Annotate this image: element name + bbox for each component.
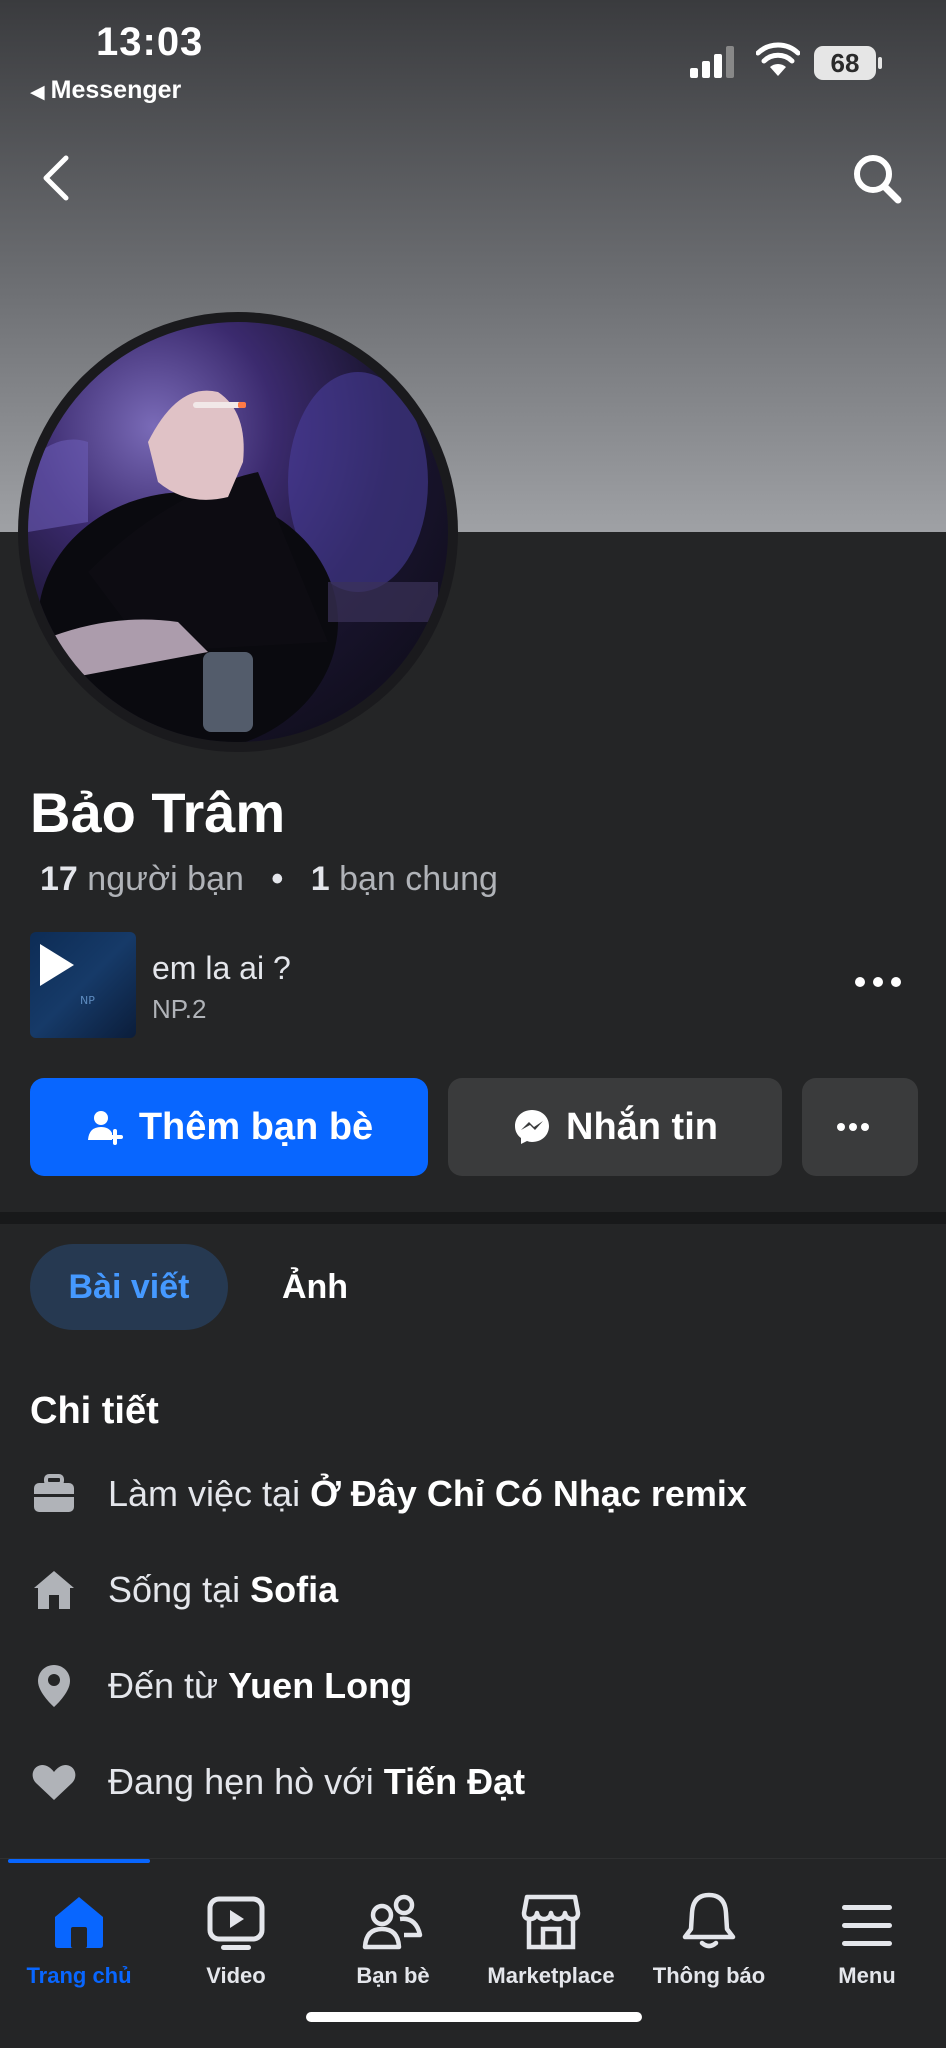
back-chevron-icon[interactable]: [36, 150, 76, 206]
friends-icon: [314, 1887, 472, 1951]
add-friend-button[interactable]: Thêm bạn bè: [30, 1078, 428, 1176]
search-icon[interactable]: [850, 150, 904, 206]
nav-notifications-label: Thông báo: [652, 1963, 766, 1988]
nav-notifications[interactable]: Thông báo: [630, 1887, 788, 1988]
svg-text:NP: NP: [80, 994, 95, 1007]
add-friend-icon: [87, 1111, 123, 1145]
back-to-app-link[interactable]: ◀ Messenger: [30, 76, 181, 105]
avatar-photo: [28, 322, 448, 742]
mutual-count: 1: [310, 860, 330, 898]
more-options-icon[interactable]: [850, 962, 906, 1002]
detail-lives[interactable]: Sống tại Sofia: [30, 1560, 930, 1620]
friends-count: 17: [40, 860, 78, 898]
ellipsis-icon: [837, 1123, 869, 1131]
back-triangle-icon: ◀: [30, 82, 45, 103]
nav-marketplace-label: Marketplace: [487, 1963, 615, 1988]
video-icon: [157, 1887, 315, 1951]
music-title: em la ai ?: [152, 950, 291, 986]
nav-home[interactable]: Trang chủ: [0, 1887, 158, 1988]
nav-menu-label: Menu: [838, 1963, 896, 1988]
cellular-signal-icon: [690, 46, 734, 78]
profile-music[interactable]: NP em la ai ? NP.2: [30, 932, 916, 1040]
friends-label: người bạn: [87, 860, 244, 898]
detail-lives-prefix: Sống tại: [108, 1569, 241, 1610]
detail-work-prefix: Làm việc tại: [108, 1473, 301, 1514]
home-indicator[interactable]: [306, 2012, 642, 2022]
clock: 13:03: [96, 20, 204, 64]
location-pin-icon: [30, 1662, 78, 1710]
friends-summary[interactable]: 17 người bạn • 1 bạn chung: [40, 860, 498, 899]
detail-from-prefix: Đến từ: [108, 1665, 219, 1706]
back-app-label: Messenger: [50, 76, 182, 104]
separator-dot: •: [271, 860, 284, 898]
active-tab-indicator: [8, 1859, 150, 1863]
play-icon: [40, 944, 74, 986]
detail-work-value[interactable]: Ở Đây Chỉ Có Nhạc remix: [310, 1473, 747, 1515]
music-artist: NP.2: [152, 994, 207, 1024]
nav-friends-label: Bạn bè: [356, 1963, 430, 1988]
details-heading: Chi tiết: [30, 1390, 159, 1432]
nav-video-label: Video: [206, 1963, 266, 1988]
home-icon: [0, 1887, 158, 1951]
detail-lives-value[interactable]: Sofia: [250, 1569, 338, 1611]
nav-marketplace[interactable]: Marketplace: [472, 1887, 630, 1988]
message-label: Nhắn tin: [566, 1105, 718, 1148]
detail-relationship-value[interactable]: Tiến Đạt: [384, 1761, 525, 1803]
section-divider: [0, 1212, 946, 1224]
nav-menu[interactable]: Menu: [788, 1887, 946, 1988]
detail-relationship-prefix: Đang hẹn hò với: [108, 1761, 374, 1802]
bell-icon: [630, 1887, 788, 1951]
detail-from-value[interactable]: Yuen Long: [228, 1665, 412, 1707]
heart-icon: [30, 1758, 78, 1806]
music-thumbnail[interactable]: NP: [30, 932, 136, 1038]
message-button[interactable]: Nhắn tin: [448, 1078, 782, 1176]
tab-posts[interactable]: Bài viết: [30, 1244, 228, 1330]
nav-home-label: Trang chủ: [26, 1963, 132, 1988]
profile-avatar[interactable]: [18, 312, 458, 752]
mutual-label: bạn chung: [339, 860, 498, 898]
messenger-icon: [515, 1110, 549, 1144]
nav-friends[interactable]: Bạn bè: [314, 1887, 472, 1988]
nav-video[interactable]: Video: [157, 1887, 315, 1988]
more-actions-button[interactable]: [802, 1078, 918, 1176]
detail-relationship[interactable]: Đang hẹn hò với Tiến Đạt: [30, 1752, 930, 1812]
briefcase-icon: [30, 1470, 78, 1518]
detail-from[interactable]: Đến từ Yuen Long: [30, 1656, 930, 1716]
menu-icon: [788, 1887, 946, 1951]
battery-level: 68: [814, 46, 876, 80]
battery-icon: 68: [814, 46, 882, 80]
status-bar: 13:03 ◀ Messenger 68: [0, 0, 946, 120]
add-friend-label: Thêm bạn bè: [138, 1105, 374, 1148]
tab-photos[interactable]: Ảnh: [260, 1244, 370, 1330]
marketplace-icon: [472, 1887, 630, 1951]
home-icon: [30, 1566, 78, 1614]
detail-work[interactable]: Làm việc tại Ở Đây Chỉ Có Nhạc remix: [30, 1464, 930, 1524]
wifi-icon: [756, 42, 800, 76]
profile-name: Bảo Trâm: [30, 781, 286, 844]
